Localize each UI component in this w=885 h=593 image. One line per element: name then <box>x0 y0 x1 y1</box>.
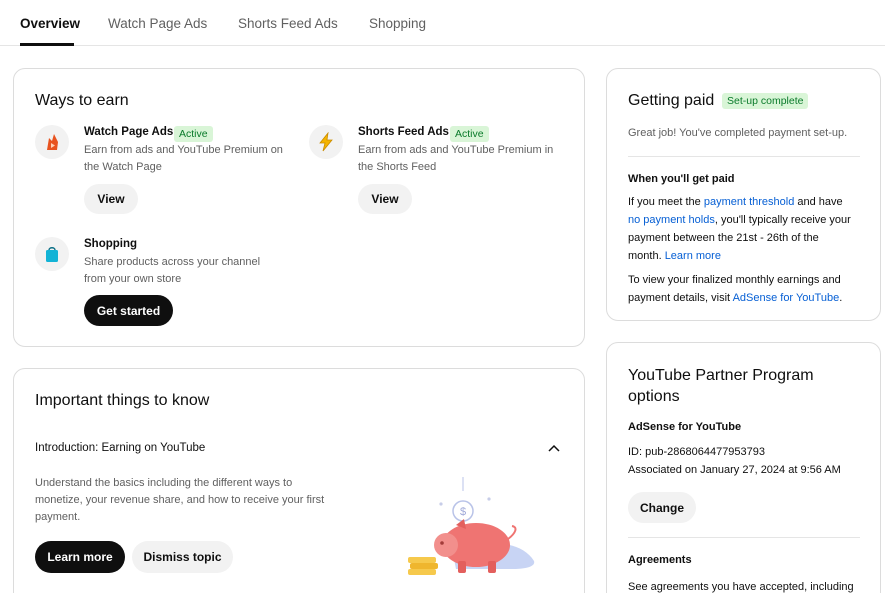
dismiss-topic-button[interactable]: Dismiss topic <box>132 541 233 573</box>
ypp-title-line2: options <box>628 388 680 405</box>
tab-shopping[interactable]: Shopping <box>369 16 426 31</box>
chevron-up-icon[interactable] <box>546 441 562 457</box>
publisher-id: ID: pub-2868064477953793 <box>628 446 766 458</box>
ypp-title-line1: YouTube Partner Program <box>628 367 814 384</box>
shorts-feed-ads-title: Shorts Feed Ads <box>358 126 449 138</box>
shopping-desc-line2: from your own store <box>84 273 182 285</box>
agreements-desc: See agreements you have accepted, includ… <box>628 581 854 593</box>
payment-status-text: Great job! You've completed payment set-… <box>628 127 848 139</box>
text-segment: If you meet the <box>628 196 704 208</box>
tab-watch-page-ads[interactable]: Watch Page Ads <box>108 16 207 31</box>
shorts-feed-ads-status-badge: Active <box>450 126 489 142</box>
lightning-icon <box>309 125 343 159</box>
payment-holds-link[interactable]: no payment holds <box>628 214 715 226</box>
shopping-get-started-button[interactable]: Get started <box>84 295 173 326</box>
tab-bar: Overview Watch Page Ads Shorts Feed Ads … <box>0 0 885 46</box>
text-segment: month. <box>628 250 665 262</box>
payment-schedule-line2: no payment holds, you'll typically recei… <box>628 211 873 229</box>
shopping-bag-icon <box>35 237 69 271</box>
ways-to-earn-card: Ways to earn Watch Page Ads Active Earn … <box>13 68 585 347</box>
ypp-options-title: YouTube Partner Program options <box>628 365 814 407</box>
ypp-options-card: YouTube Partner Program options AdSense … <box>606 342 881 593</box>
text-segment: , you'll typically receive your <box>714 214 851 226</box>
piggy-bank-illustration: $ <box>394 469 544 577</box>
shorts-feed-ads-desc: Earn from ads and YouTube Premium in the… <box>358 142 553 176</box>
divider <box>628 156 860 157</box>
watch-page-ads-desc-line1: Earn from ads and YouTube Premium on <box>84 144 283 156</box>
watch-page-ads-status-badge: Active <box>174 126 213 142</box>
getting-paid-card: Getting paid Set-up complete Great job! … <box>606 68 881 321</box>
learn-more-button[interactable]: Learn more <box>35 541 125 573</box>
topic-title: Introduction: Earning on YouTube <box>35 442 206 454</box>
when-paid-title: When you'll get paid <box>628 173 735 185</box>
payment-schedule-line4: month. Learn more <box>628 247 873 265</box>
learn-more-link[interactable]: Learn more <box>665 250 721 262</box>
shopping-title: Shopping <box>84 238 138 250</box>
shorts-feed-ads-view-button[interactable]: View <box>358 184 412 214</box>
watch-page-ads-title: Watch Page Ads <box>84 126 174 138</box>
earnings-details-text: To view your finalized monthly earnings … <box>628 271 873 307</box>
payment-schedule-line3: payment between the 21st - 26th of the <box>628 232 819 244</box>
adsense-for-youtube-link[interactable]: AdSense for YouTube <box>733 292 840 304</box>
setup-complete-badge: Set-up complete <box>722 93 809 109</box>
adsense-section-title: AdSense for YouTube <box>628 421 742 433</box>
tab-active-indicator <box>20 43 74 46</box>
payment-threshold-link[interactable]: payment threshold <box>704 196 795 208</box>
topic-desc-line2: monetize, your revenue share, and how to… <box>35 494 325 506</box>
topic-desc: Understand the basics including the diff… <box>35 475 324 526</box>
watch-page-ads-view-button[interactable]: View <box>84 184 138 214</box>
svg-text:$: $ <box>460 506 466 518</box>
payment-schedule-text: If you meet the payment threshold and ha… <box>628 193 873 265</box>
text-segment: . <box>839 292 843 304</box>
text-segment: payment details, visit <box>628 292 733 304</box>
divider <box>628 537 860 538</box>
important-things-card: Important things to know Introduction: E… <box>13 368 585 593</box>
change-button[interactable]: Change <box>628 492 696 523</box>
flame-play-icon <box>35 125 69 159</box>
getting-paid-title: Getting paid <box>628 92 715 109</box>
important-things-title: Important things to know <box>35 392 210 409</box>
watch-page-ads-desc-line2: the Watch Page <box>84 161 162 173</box>
shopping-desc-line1: Share products across your channel <box>84 256 261 268</box>
watch-page-ads-desc: Earn from ads and YouTube Premium on the… <box>84 142 283 176</box>
text-segment: and have <box>794 196 843 208</box>
adsense-details: ID: pub-2868064477953793 Associated on J… <box>628 443 841 479</box>
payment-schedule-line1: If you meet the payment threshold and ha… <box>628 193 873 211</box>
tab-overview[interactable]: Overview <box>20 16 80 31</box>
shorts-feed-ads-desc-line2: the Shorts Feed <box>358 161 437 173</box>
agreements-title: Agreements <box>628 554 692 566</box>
earnings-details-line1: To view your finalized monthly earnings … <box>628 274 841 286</box>
ways-to-earn-title: Ways to earn <box>35 92 129 109</box>
topic-desc-line3: payment. <box>35 511 81 523</box>
topic-desc-line1: Understand the basics including the diff… <box>35 477 293 489</box>
shopping-desc: Share products across your channel from … <box>84 254 260 288</box>
tab-shorts-feed-ads[interactable]: Shorts Feed Ads <box>238 16 338 31</box>
shorts-feed-ads-desc-line1: Earn from ads and YouTube Premium in <box>358 144 554 156</box>
earnings-details-line2: payment details, visit AdSense for YouTu… <box>628 289 873 307</box>
association-date: Associated on January 27, 2024 at 9:56 A… <box>628 464 841 476</box>
